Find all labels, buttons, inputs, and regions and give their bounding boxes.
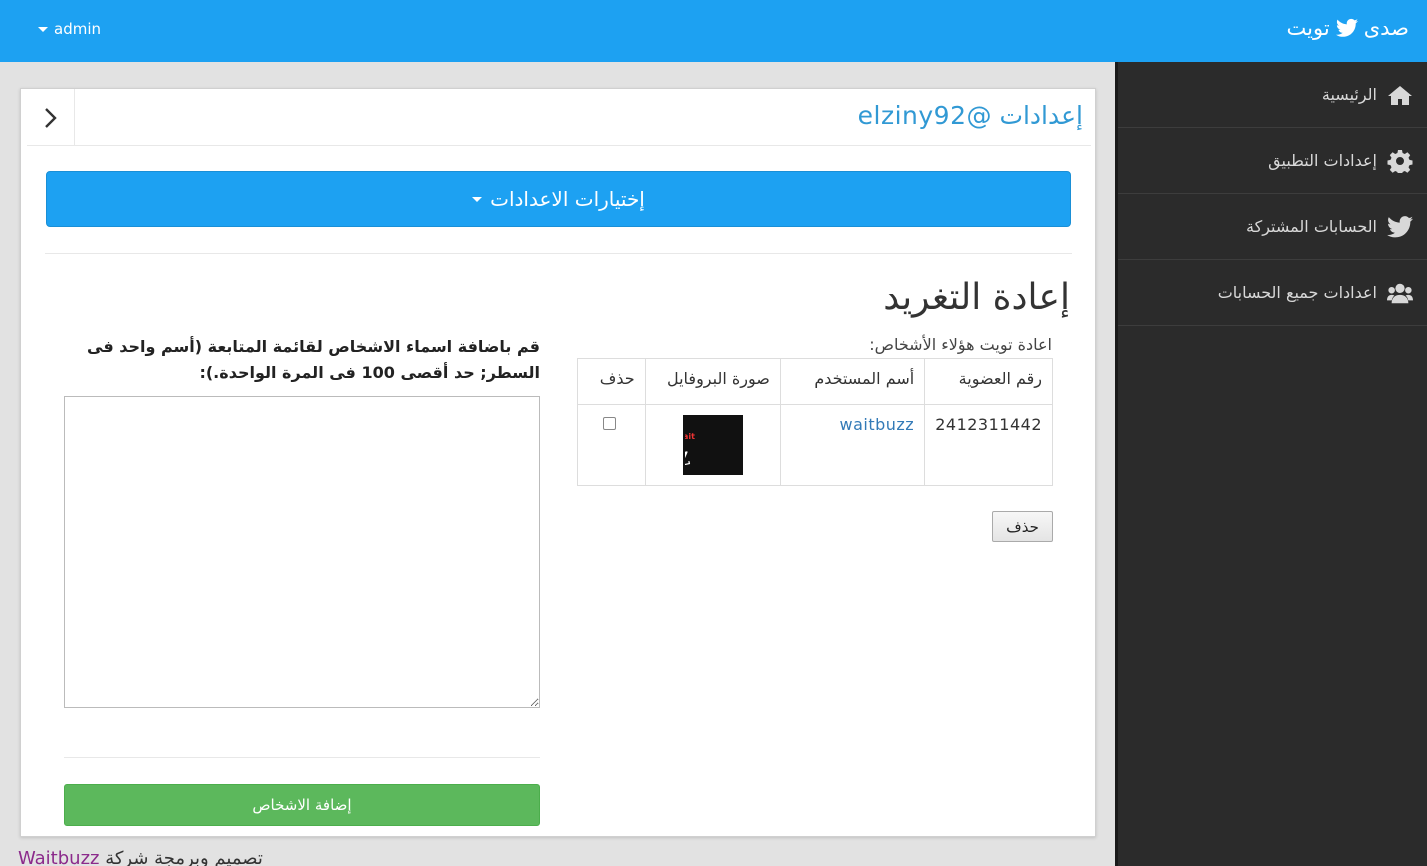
settings-panel: إعدادات @elziny92 إختيارات الاعدادات إعا…: [20, 88, 1096, 837]
avatar: Wait BuzZ: [682, 415, 743, 475]
sidebar: الرئيسية إعدادات التطبيق الحسابات المشتر…: [1115, 62, 1427, 866]
back-button[interactable]: [27, 89, 75, 146]
waitbuzz-logo-image: Wait BuzZ: [685, 432, 695, 465]
chevron-down-icon: [38, 26, 48, 32]
divider: [64, 757, 540, 758]
svg-text:Wait: Wait: [685, 432, 695, 441]
footer: تصميم وبرمجة شركة Waitbuzz: [18, 848, 263, 866]
brand-text-right: تويت: [1286, 16, 1330, 40]
twitter-icon: [1387, 215, 1413, 237]
sidebar-item-label: الحسابات المشتركة: [1246, 217, 1377, 236]
table-header-row: رقم العضوية أسم المستخدم صورة البروفايل …: [577, 358, 1053, 405]
panel-header: إعدادات @elziny92: [27, 89, 1091, 146]
sidebar-item-label: إعدادات التطبيق: [1268, 151, 1377, 170]
sidebar-item-all-accounts-settings[interactable]: اعدادات جميع الحسابات: [1118, 260, 1427, 326]
twitter-icon: [1335, 18, 1358, 37]
member-id-cell: 2412311442: [924, 404, 1053, 486]
brand-text-left: صدى: [1363, 16, 1409, 40]
divider: [45, 253, 1072, 254]
column-header-member-id: رقم العضوية: [924, 358, 1053, 405]
section-title: إعادة التغريد: [883, 277, 1070, 318]
svg-text:BuzZ: BuzZ: [685, 448, 692, 465]
add-users-label: قم باضافة اسماء الاشخاص لقائمة المتابعة …: [87, 337, 540, 382]
chevron-down-icon: [472, 196, 483, 202]
user-name: admin: [54, 20, 101, 38]
delete-button[interactable]: حذف: [992, 511, 1053, 542]
retweet-users-table: رقم العضوية أسم المستخدم صورة البروفايل …: [577, 358, 1053, 486]
sidebar-item-label: اعدادات جميع الحسابات: [1217, 283, 1377, 302]
top-navbar: صدى تويت admin: [0, 0, 1427, 62]
delete-checkbox[interactable]: [602, 417, 616, 430]
username-cell: waitbuzz: [779, 404, 926, 486]
username-link[interactable]: waitbuzz: [840, 415, 915, 434]
add-users-button[interactable]: إضافة الاشخاص: [64, 784, 540, 826]
user-menu-dropdown[interactable]: admin: [38, 20, 101, 38]
footer-company-link[interactable]: Waitbuzz: [18, 848, 99, 866]
section-subtitle: اعادة تويت هؤلاء الأشخاص:: [869, 335, 1052, 354]
home-icon: [1388, 85, 1412, 105]
names-textarea[interactable]: [64, 396, 540, 708]
sidebar-item-app-settings[interactable]: إعدادات التطبيق: [1118, 128, 1427, 194]
options-button-label: إختيارات الاعدادات: [490, 187, 645, 211]
chevron-right-icon: [44, 107, 57, 128]
footer-text: تصميم وبرمجة شركة: [105, 848, 263, 866]
profile-picture-cell: Wait BuzZ: [644, 404, 781, 486]
sidebar-item-home[interactable]: الرئيسية: [1118, 62, 1427, 128]
users-icon: [1387, 283, 1413, 303]
settings-options-dropdown[interactable]: إختيارات الاعدادات: [46, 171, 1071, 227]
brand-logo[interactable]: صدى تويت: [1287, 16, 1409, 40]
sidebar-item-label: الرئيسية: [1321, 85, 1377, 104]
column-header-delete[interactable]: حذف: [577, 358, 646, 405]
sidebar-item-shared-accounts[interactable]: الحسابات المشتركة: [1118, 194, 1427, 260]
table-row: 2412311442 waitbuzz Wait BuzZ: [577, 404, 1053, 486]
column-header-profile-picture: صورة البروفايل: [644, 358, 781, 405]
delete-select-cell: [577, 404, 646, 486]
gear-icon: [1387, 149, 1413, 173]
column-header-username: أسم المستخدم: [779, 358, 926, 405]
page-title: إعدادات @elziny92: [857, 101, 1083, 130]
